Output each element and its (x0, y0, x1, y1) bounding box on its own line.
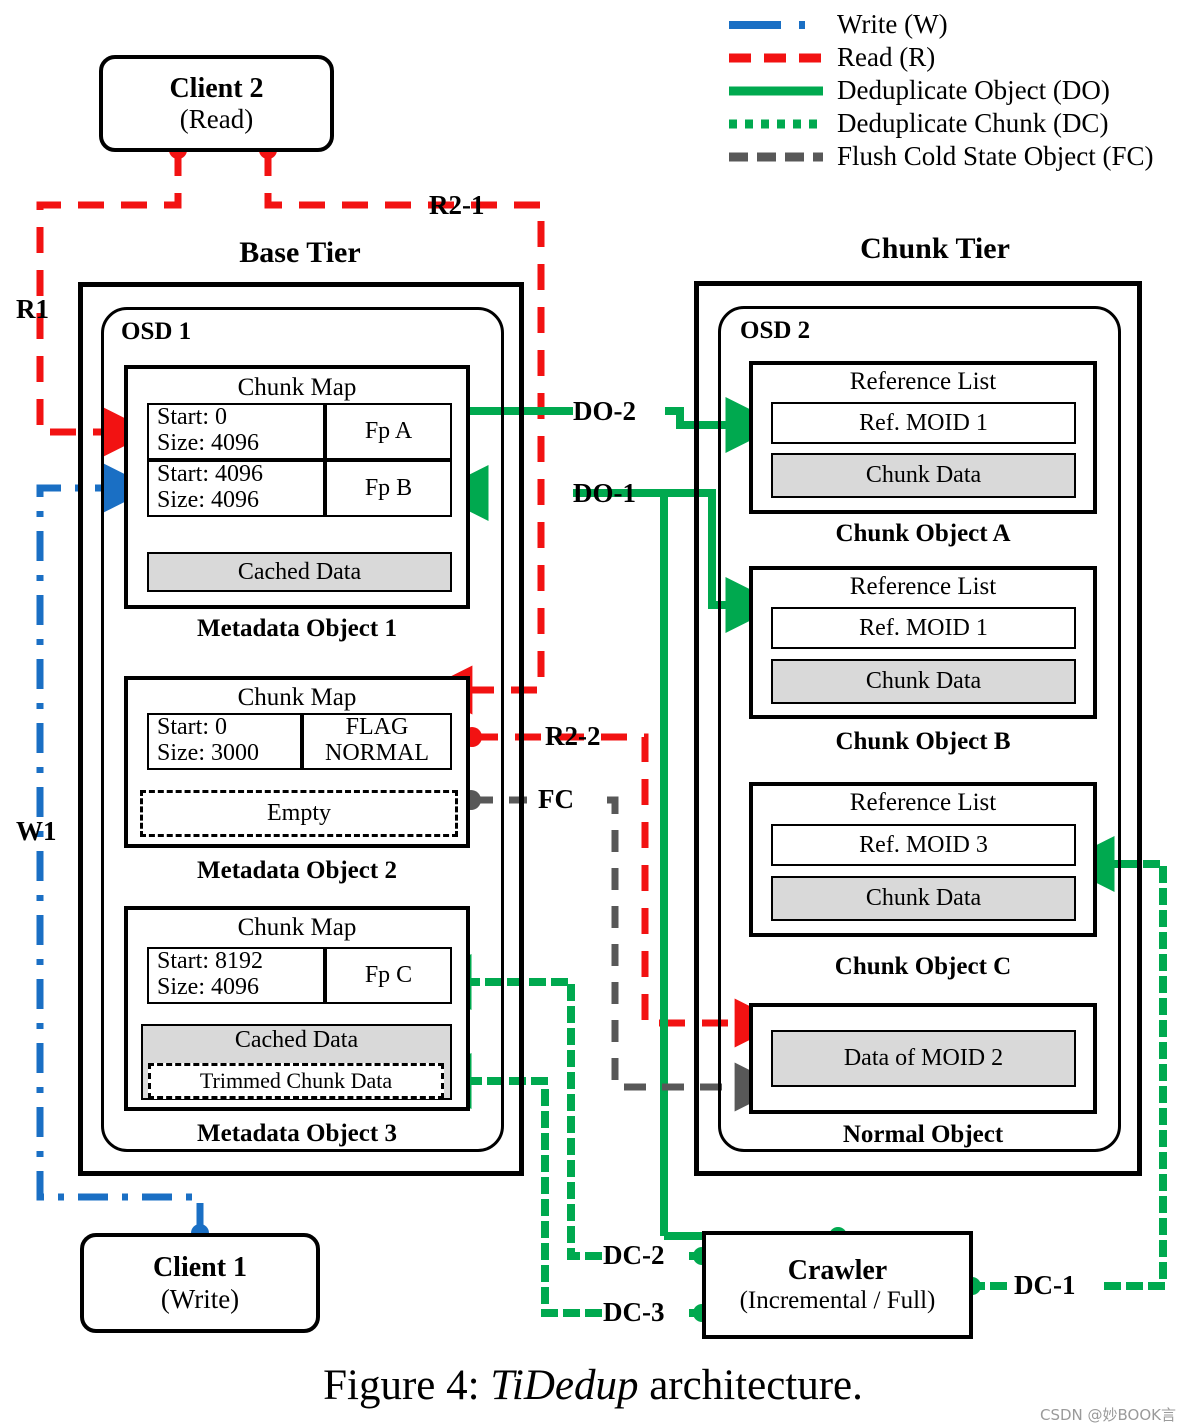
figure-caption: Figure 4: TiDedup architecture. (0, 1361, 1186, 1410)
legend-swatch-deduplicate-chunk (727, 107, 823, 140)
legend-item-write: Write (W) (727, 8, 1179, 41)
client-2-box[interactable]: Client 2 (Read) (99, 55, 334, 152)
chunk-map-row-2-range: Start: 4096 Size: 4096 (147, 460, 325, 517)
metadata-object-2-empty: Empty (140, 790, 458, 837)
chunk-object-b-ref: Ref. MOID 1 (771, 607, 1076, 649)
flow-label-do-2: DO-2 (573, 396, 636, 426)
client-1-title: Client 1 (152, 1252, 248, 1284)
legend-item-flush-cold-state-object: Flush Cold State Object (FC) (727, 140, 1179, 173)
chunk-map-row-4-start: Start: 8192 (157, 948, 263, 974)
legend-label-read: Read (R) (837, 42, 936, 72)
chunk-map-row-1-range: Start: 0 Size: 4096 (147, 403, 325, 460)
crawler-box[interactable]: Crawler (Incremental / Full) (702, 1231, 973, 1339)
chunk-object-c-ref: Ref. MOID 3 (771, 824, 1076, 866)
chunk-map-row-3-flag-value: NORMAL (324, 739, 429, 766)
caption-prefix: Figure 4: (323, 1362, 491, 1409)
chunk-object-a-header: Reference List (849, 368, 997, 395)
chunk-map-row-1-start: Start: 0 (157, 404, 227, 430)
legend-label-flush-cold-state-object: Flush Cold State Object (FC) (837, 141, 1154, 171)
metadata-object-3-header: Chunk Map (237, 914, 357, 941)
metadata-object-2-caption: Metadata Object 2 (197, 857, 397, 884)
flow-label-r1: R1 (16, 294, 49, 324)
flow-label-dc-2: DC-2 (603, 1240, 665, 1270)
legend-swatch-deduplicate-object (727, 74, 823, 107)
chunk-map-row-4-size: Size: 4096 (157, 973, 259, 1000)
legend: Write (W) Read (R) Deduplicate Object (D… (727, 8, 1179, 173)
chunk-object-b-caption: Chunk Object B (835, 728, 1011, 755)
chunk-map-row-4-fp: Fp C (325, 947, 452, 1004)
osd-2-label: OSD 2 (740, 317, 811, 344)
chunk-map-row-3-size: Size: 3000 (157, 739, 259, 766)
chunk-map-row-4-range: Start: 8192 Size: 4096 (147, 947, 325, 1004)
chunk-map-row-2-fp: Fp B (325, 460, 452, 517)
legend-item-deduplicate-object: Deduplicate Object (DO) (727, 74, 1179, 107)
metadata-object-1-cached-data: Cached Data (147, 552, 452, 592)
chunk-map-row-2-size: Size: 4096 (157, 486, 259, 513)
chunk-map-row-3-range: Start: 0 Size: 3000 (147, 713, 302, 770)
client-1-box[interactable]: Client 1 (Write) (80, 1233, 320, 1333)
chunk-map-row-3-flag: FLAG NORMAL (302, 713, 452, 770)
client-1-subtitle: (Write) (160, 1283, 240, 1314)
crawler-title: Crawler (787, 1254, 888, 1286)
chunk-map-row-2-start: Start: 4096 (157, 461, 263, 487)
legend-swatch-read (727, 41, 823, 74)
figure-canvas: Write (W) Read (R) Deduplicate Object (D… (0, 0, 1186, 1428)
chunk-map-row-1-size: Size: 4096 (157, 429, 259, 456)
flow-label-r2-2: R2-2 (545, 721, 601, 751)
legend-item-read: Read (R) (727, 41, 1179, 74)
chunk-object-a-caption: Chunk Object A (835, 520, 1011, 547)
crawler-subtitle: (Incremental / Full) (739, 1286, 936, 1314)
legend-label-deduplicate-object: Deduplicate Object (DO) (837, 75, 1110, 105)
caption-suffix: architecture. (638, 1362, 863, 1409)
client-2-subtitle: (Read) (179, 104, 254, 135)
flow-label-dc-1: DC-1 (1014, 1270, 1076, 1300)
normal-object-data: Data of MOID 2 (771, 1030, 1076, 1087)
chunk-object-b-header: Reference List (849, 573, 997, 600)
osd-1-label: OSD 1 (121, 318, 192, 345)
legend-label-deduplicate-chunk: Deduplicate Chunk (DC) (837, 108, 1109, 138)
metadata-object-2-header: Chunk Map (237, 684, 357, 711)
flow-label-fc: FC (538, 784, 574, 814)
normal-object-caption: Normal Object (842, 1121, 1004, 1148)
flow-label-do-1: DO-1 (573, 478, 636, 508)
chunk-map-row-3-start: Start: 0 (157, 714, 227, 740)
legend-item-deduplicate-chunk: Deduplicate Chunk (DC) (727, 107, 1179, 140)
metadata-object-3-trimmed-chunk-data: Trimmed Chunk Data (148, 1063, 444, 1099)
watermark: CSDN @妙BOOK言 (1039, 1406, 1176, 1424)
chunk-object-b-chunk-data: Chunk Data (771, 659, 1076, 704)
legend-label-write: Write (W) (837, 9, 948, 39)
chunk-map-row-3-flag-key: FLAG (345, 714, 409, 740)
flow-label-r2-1: R2-1 (429, 190, 485, 220)
flow-label-w1: W1 (16, 816, 57, 846)
caption-italic: TiDedup (490, 1362, 639, 1409)
metadata-object-3-cached-data-label: Cached Data (234, 1027, 359, 1053)
base-tier-title: Base Tier (239, 236, 361, 269)
chunk-map-row-1-fp: Fp A (325, 403, 452, 460)
client-2-title: Client 2 (169, 72, 264, 104)
metadata-object-1-caption: Metadata Object 1 (197, 615, 397, 642)
flow-label-dc-3: DC-3 (603, 1297, 665, 1327)
chunk-object-c-chunk-data: Chunk Data (771, 876, 1076, 921)
metadata-object-3-caption: Metadata Object 3 (197, 1120, 397, 1147)
chunk-object-a-chunk-data: Chunk Data (771, 453, 1076, 498)
legend-swatch-flush-cold-state-object (727, 140, 823, 173)
chunk-object-c-caption: Chunk Object C (834, 953, 1012, 980)
chunk-object-a-ref: Ref. MOID 1 (771, 402, 1076, 444)
legend-swatch-write (727, 8, 823, 41)
chunk-tier-title: Chunk Tier (860, 232, 1010, 265)
chunk-object-c-header: Reference List (849, 789, 997, 816)
metadata-object-1-header: Chunk Map (237, 374, 357, 401)
